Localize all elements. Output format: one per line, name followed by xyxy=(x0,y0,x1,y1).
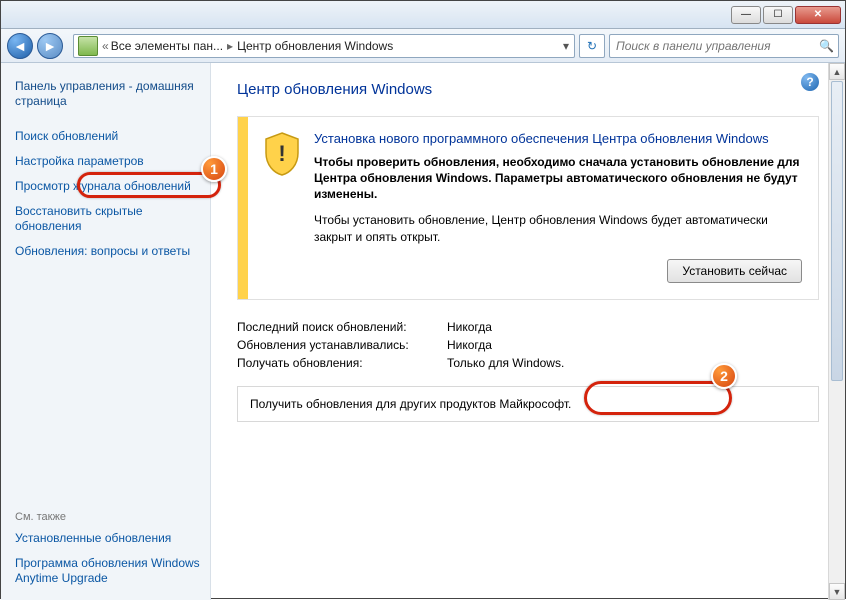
breadcrumb-prefix: « xyxy=(102,39,111,53)
page-title: Центр обновления Windows xyxy=(237,81,819,98)
status-label: Обновления устанавливались: xyxy=(237,338,447,352)
svg-text:!: ! xyxy=(278,141,285,166)
scroll-down-icon[interactable]: ▼ xyxy=(829,583,845,600)
sidebar-link-search-updates[interactable]: Поиск обновлений xyxy=(15,125,200,150)
forward-button[interactable]: ► xyxy=(37,33,63,59)
search-input[interactable] xyxy=(610,39,838,53)
main-content: ? Центр обновления Windows ! Установка н… xyxy=(211,63,845,600)
breadcrumb-level2[interactable]: Центр обновления Windows xyxy=(237,39,393,53)
sidebar-link-restore-hidden[interactable]: Восстановить скрытые обновления xyxy=(15,200,200,240)
back-button[interactable]: ◄ xyxy=(7,33,33,59)
status-label: Получать обновления: xyxy=(237,356,447,370)
status-label: Последний поиск обновлений: xyxy=(237,320,447,334)
vertical-scrollbar[interactable]: ▲ ▼ xyxy=(828,63,845,600)
sidebar-seealso-installed[interactable]: Установленные обновления xyxy=(15,527,200,552)
close-button[interactable]: ✕ xyxy=(795,6,841,24)
status-row: Получать обновления: Только для Windows. xyxy=(237,354,819,372)
minimize-button[interactable]: — xyxy=(731,6,761,24)
titlebar: — ☐ ✕ xyxy=(1,1,845,29)
status-table: Последний поиск обновлений: Никогда Обно… xyxy=(237,318,819,372)
navbar: ◄ ► « Все элементы пан... ▸ Центр обновл… xyxy=(1,29,845,63)
maximize-button[interactable]: ☐ xyxy=(763,6,793,24)
sidebar-link-settings[interactable]: Настройка параметров xyxy=(15,150,200,175)
status-row: Последний поиск обновлений: Никогда xyxy=(237,318,819,336)
sidebar: Панель управления - домашняя страница По… xyxy=(1,63,211,600)
breadcrumb-sep-icon: ▸ xyxy=(223,39,237,53)
refresh-button[interactable]: ↻ xyxy=(579,34,605,58)
breadcrumb-level1[interactable]: Все элементы пан... xyxy=(111,39,223,53)
sidebar-link-history[interactable]: Просмотр журнала обновлений xyxy=(15,175,200,200)
sidebar-link-faq[interactable]: Обновления: вопросы и ответы xyxy=(15,240,200,265)
address-dropdown-icon[interactable]: ▾ xyxy=(558,39,574,53)
status-row: Обновления устанавливались: Никогда xyxy=(237,336,819,354)
window-frame: — ☐ ✕ ◄ ► « Все элементы пан... ▸ Центр … xyxy=(0,0,846,599)
notice-panel: ! Установка нового программного обеспече… xyxy=(237,116,819,300)
sidebar-home-link[interactable]: Панель управления - домашняя страница xyxy=(15,75,200,115)
shield-warning-icon: ! xyxy=(262,131,302,177)
scroll-up-icon[interactable]: ▲ xyxy=(829,63,845,80)
see-also-label: См. также xyxy=(15,511,200,527)
notice-plain-text: Чтобы установить обновление, Центр обнов… xyxy=(314,212,802,244)
sidebar-seealso-anytime-upgrade[interactable]: Программа обновления Windows Anytime Upg… xyxy=(15,552,200,592)
status-value: Только для Windows. xyxy=(447,356,564,370)
notice-bold-text: Чтобы проверить обновления, необходимо с… xyxy=(314,154,802,203)
notice-accent-bar xyxy=(238,117,248,299)
address-bar[interactable]: « Все элементы пан... ▸ Центр обновления… xyxy=(73,34,575,58)
other-products-box: Получить обновления для других продуктов… xyxy=(237,386,819,422)
sidebar-seealso-anytime-upgrade-label: Программа обновления Windows Anytime Upg… xyxy=(15,556,200,585)
control-panel-icon xyxy=(78,36,98,56)
status-value: Никогда xyxy=(447,338,492,352)
scroll-thumb[interactable] xyxy=(831,81,843,381)
other-products-text: Получить обновления для других продуктов… xyxy=(250,397,571,411)
body: Панель управления - домашняя страница По… xyxy=(1,63,845,600)
status-value: Никогда xyxy=(447,320,492,334)
notice-title: Установка нового программного обеспечени… xyxy=(314,131,802,148)
search-box[interactable]: 🔍 xyxy=(609,34,839,58)
search-icon: 🔍 xyxy=(819,39,834,53)
install-now-button[interactable]: Установить сейчас xyxy=(667,259,802,283)
help-icon[interactable]: ? xyxy=(801,73,819,91)
